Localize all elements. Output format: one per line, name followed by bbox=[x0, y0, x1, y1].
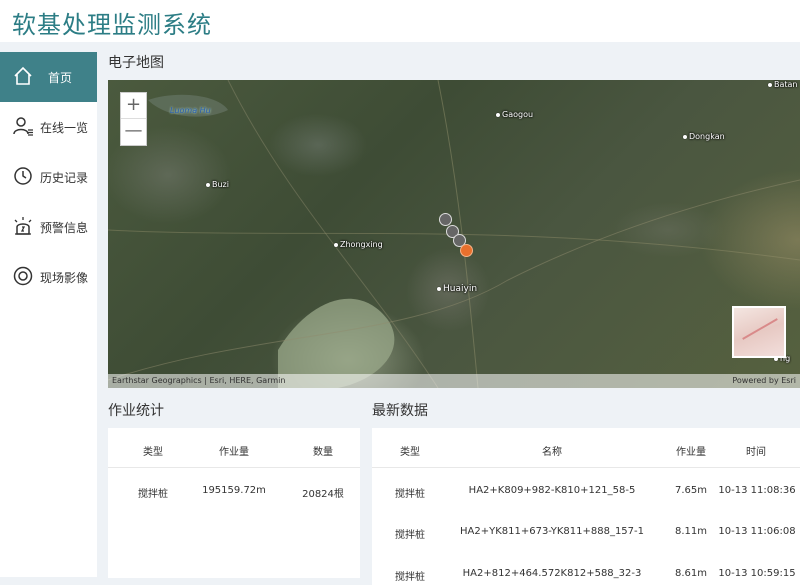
table-cell: 搅拌桩 bbox=[395, 572, 425, 583]
nav-item-alarm[interactable]: 预警信息 bbox=[0, 202, 97, 252]
map-place-label: Dongkan bbox=[683, 132, 725, 141]
table-cell: 10-13 11:06:08 bbox=[718, 526, 796, 537]
map-place-label: Gaogou bbox=[496, 110, 533, 119]
nav-item-label: 首页 bbox=[48, 71, 73, 85]
overview-road bbox=[742, 318, 778, 340]
powered-by-link[interactable]: Powered by Esri bbox=[732, 374, 796, 388]
map-water-label: Luoma Hu bbox=[170, 106, 211, 115]
column-header: 作业量 bbox=[676, 447, 706, 458]
map-place-label: Batan bbox=[768, 80, 798, 89]
table-cell: 7.65m bbox=[674, 485, 708, 496]
column-header: 类型 bbox=[400, 447, 420, 458]
stats-section-title: 作业统计 bbox=[108, 403, 164, 419]
latest-table-header: 类型 名称 作业量 时间 bbox=[372, 428, 800, 468]
place-dot-icon bbox=[334, 242, 338, 247]
camera-icon bbox=[13, 266, 33, 286]
nav-item-label: 在线一览 bbox=[40, 121, 89, 135]
stats-table: 类型 作业量 数量 搅拌桩 195159.72m 20824根 bbox=[108, 428, 360, 578]
nav-item-label: 历史记录 bbox=[40, 171, 89, 185]
home-icon bbox=[14, 66, 32, 85]
overview-map[interactable] bbox=[732, 306, 786, 358]
table-cell: 搅拌桩 bbox=[395, 489, 425, 500]
stats-table-header: 类型 作业量 数量 bbox=[108, 428, 360, 468]
place-dot-icon bbox=[768, 82, 772, 87]
table-cell: 20824根 bbox=[302, 489, 344, 500]
nav-item-label: 预警信息 bbox=[40, 221, 89, 235]
map-section-title: 电子地图 bbox=[108, 55, 164, 71]
site-marker[interactable] bbox=[439, 213, 452, 226]
clock-icon bbox=[14, 167, 32, 185]
place-dot-icon bbox=[683, 134, 687, 139]
zoom-in-button[interactable]: + bbox=[121, 93, 146, 119]
sidebar: 首页 在线一览 历史记录 预警信息 现场影像 bbox=[0, 52, 97, 577]
table-cell: 10-13 10:59:15 bbox=[718, 568, 796, 579]
latest-table: 类型 名称 作业量 时间 搅拌桩 HA2+K809+982-K810+121_5… bbox=[372, 428, 800, 585]
table-cell: 搅拌桩 bbox=[395, 530, 425, 541]
table-cell: HA2+812+464.572K812+588_32-3 bbox=[462, 568, 642, 579]
map-view[interactable]: Luoma Hu Gaogou Dongkan Batan Buzi Zhong… bbox=[108, 80, 800, 388]
nav-item-history[interactable]: 历史记录 bbox=[0, 152, 97, 202]
column-header: 名称 bbox=[542, 447, 562, 458]
place-dot-icon bbox=[206, 182, 210, 187]
zoom-out-button[interactable]: — bbox=[121, 119, 146, 145]
column-header: 类型 bbox=[143, 447, 163, 458]
nav-item-home[interactable]: 首页 bbox=[0, 52, 97, 102]
nav-item-label: 现场影像 bbox=[40, 271, 89, 285]
alarm-icon bbox=[14, 217, 32, 235]
table-cell: HA2+YK811+673-YK811+888_157-1 bbox=[459, 526, 645, 537]
map-place-label: Buzi bbox=[206, 180, 229, 189]
nav-item-video[interactable]: 现场影像 bbox=[0, 252, 97, 302]
header-bar: 软基处理监测系统 bbox=[0, 0, 800, 42]
user-list-icon bbox=[13, 117, 33, 136]
column-header: 数量 bbox=[313, 447, 333, 458]
zoom-control: + — bbox=[120, 92, 147, 146]
table-cell: 195159.72m bbox=[202, 485, 266, 496]
table-cell: 搅拌桩 bbox=[138, 489, 168, 500]
place-dot-icon bbox=[496, 112, 500, 117]
table-cell: 8.11m bbox=[674, 526, 708, 537]
table-cell: HA2+K809+982-K810+121_58-5 bbox=[468, 485, 636, 496]
attribution-text: Earthstar Geographics | Esri, HERE, Garm… bbox=[112, 376, 286, 385]
site-marker-latest[interactable] bbox=[460, 244, 473, 257]
map-place-label: Huaiyin bbox=[437, 284, 477, 294]
app-title: 软基处理监测系统 bbox=[12, 11, 212, 39]
map-attribution: Earthstar Geographics | Esri, HERE, Garm… bbox=[108, 374, 800, 388]
latest-section-title: 最新数据 bbox=[372, 403, 428, 419]
map-place-label: Zhongxing bbox=[334, 240, 383, 249]
table-cell: 10-13 11:08:36 bbox=[718, 485, 796, 496]
column-header: 时间 bbox=[746, 447, 766, 458]
table-cell: 8.61m bbox=[674, 568, 708, 579]
place-dot-icon bbox=[437, 286, 441, 291]
column-header: 作业量 bbox=[219, 447, 249, 458]
nav-item-online[interactable]: 在线一览 bbox=[0, 102, 97, 152]
